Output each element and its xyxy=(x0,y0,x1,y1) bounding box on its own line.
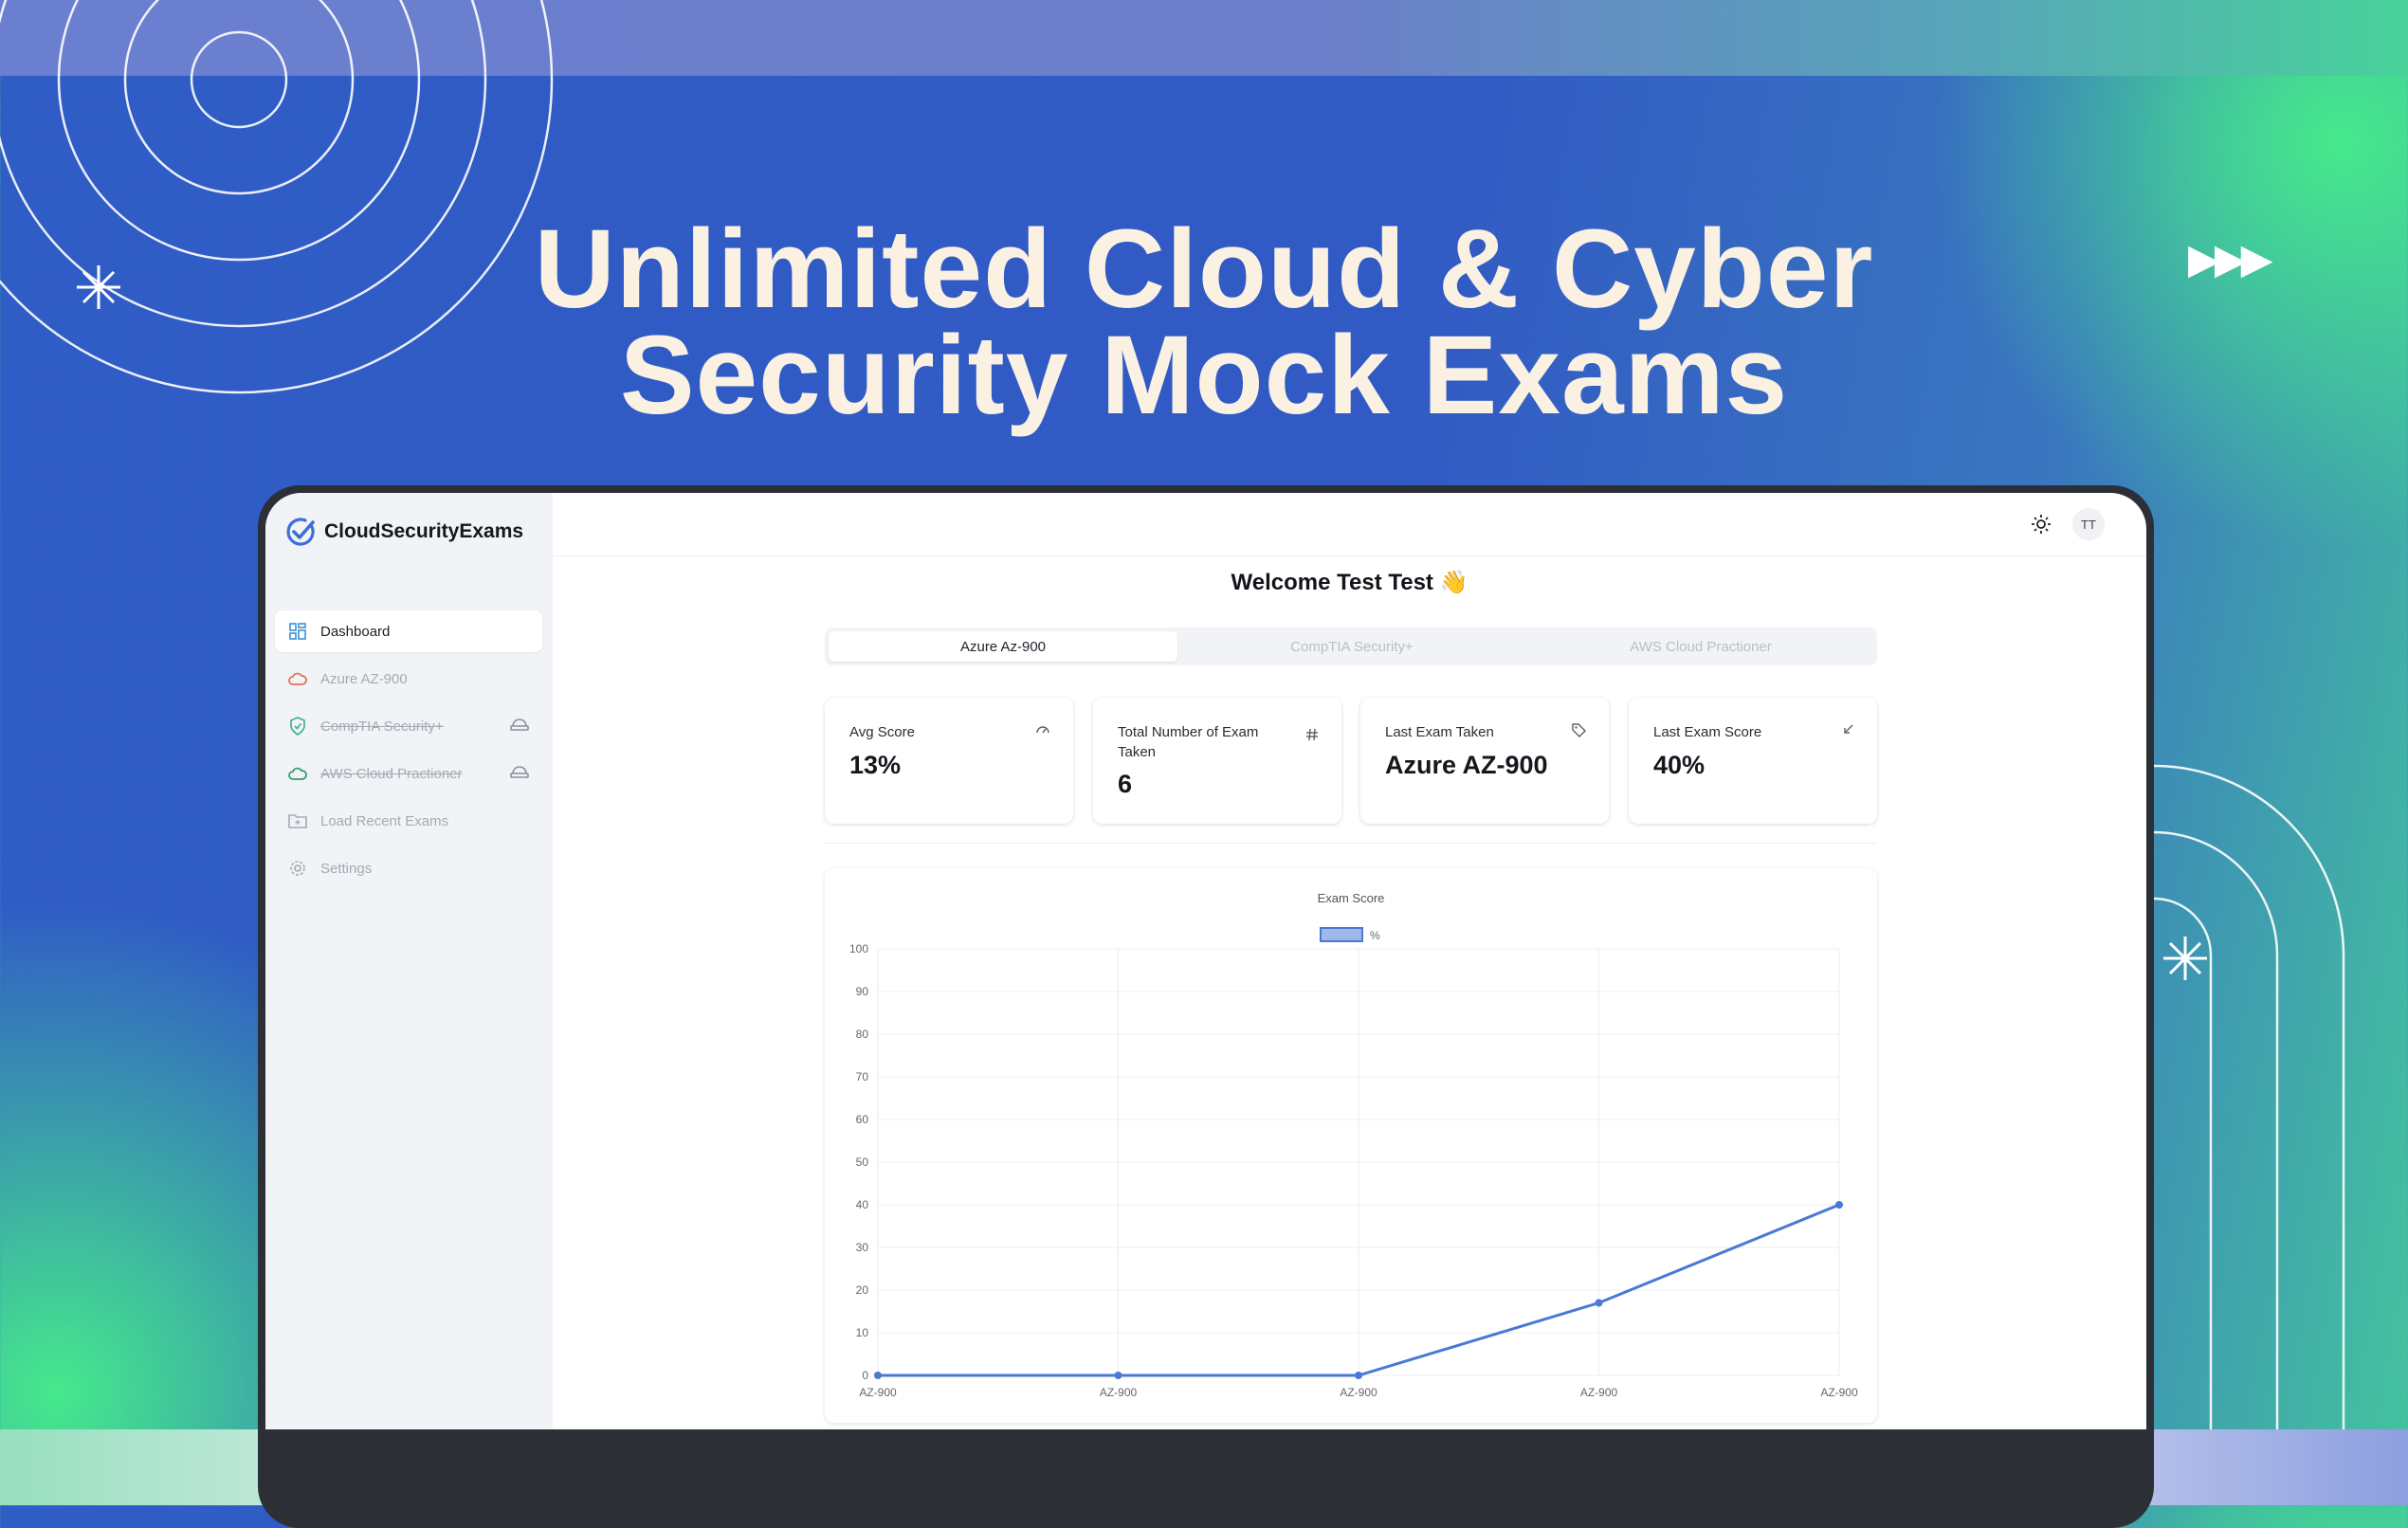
check-circle-icon xyxy=(286,518,315,546)
gear-icon xyxy=(288,859,307,878)
x-tick-label: AZ-900 xyxy=(1100,1386,1138,1399)
y-tick-label: 20 xyxy=(856,1283,869,1297)
y-tick-label: 90 xyxy=(856,985,869,998)
stat-card-last-exam: Last Exam Taken Azure AZ-900 xyxy=(1360,698,1609,824)
shield-check-icon xyxy=(288,717,307,736)
sidebar: CloudSecurityExams Dashboard Azure AZ-90… xyxy=(265,493,553,1429)
y-tick-label: 30 xyxy=(856,1241,869,1254)
sidebar-item-label: Load Recent Exams xyxy=(320,812,449,829)
stat-label: Last Exam Score xyxy=(1653,724,1762,740)
y-tick-label: 40 xyxy=(856,1198,869,1211)
sidebar-item-label: CompTIA Security+ xyxy=(320,718,444,735)
exam-tabs: Azure Az-900 CompTIA Security+ AWS Cloud… xyxy=(825,628,1877,665)
sidebar-item-azure[interactable]: Azure AZ-900 xyxy=(275,658,542,700)
sidebar-nav: Dashboard Azure AZ-900 CompTIA Security+ xyxy=(275,610,542,895)
main-content: TT Welcome Test Test 👋 Azure Az-900 Comp… xyxy=(553,493,2146,1429)
stat-value: 40% xyxy=(1653,751,1706,779)
arrow-down-left-icon xyxy=(1843,722,1854,737)
tab-aws[interactable]: AWS Cloud Practioner xyxy=(1526,631,1875,662)
tab-comptia[interactable]: CompTIA Security+ xyxy=(1177,631,1526,662)
top-bar: TT xyxy=(553,493,2146,556)
sidebar-item-dashboard[interactable]: Dashboard xyxy=(275,610,542,652)
grid-icon xyxy=(288,622,307,641)
x-tick-label: AZ-900 xyxy=(1820,1386,1858,1399)
legend-label: % xyxy=(1370,929,1380,942)
sidebar-item-settings[interactable]: Settings xyxy=(275,847,542,889)
stat-value: 13% xyxy=(849,751,902,779)
avatar[interactable]: TT xyxy=(2072,508,2105,540)
brand[interactable]: CloudSecurityExams xyxy=(284,516,523,548)
stat-label: Avg Score xyxy=(849,724,915,740)
headline: Unlimited Cloud & Cyber Security Mock Ex… xyxy=(0,207,2408,438)
chart-title: Exam Score xyxy=(1318,891,1385,905)
y-tick-label: 70 xyxy=(856,1070,869,1083)
x-tick-label: AZ-900 xyxy=(1580,1386,1618,1399)
stat-card-last-score: Last Exam Score 40% xyxy=(1629,698,1877,824)
app-screen: CloudSecurityExams Dashboard Azure AZ-90… xyxy=(265,493,2146,1429)
data-point[interactable] xyxy=(1114,1372,1122,1379)
stat-value: 6 xyxy=(1118,770,1133,798)
laptop-frame: CloudSecurityExams Dashboard Azure AZ-90… xyxy=(258,485,2154,1528)
data-point[interactable] xyxy=(1835,1201,1843,1209)
y-tick-label: 60 xyxy=(856,1113,869,1126)
data-point[interactable] xyxy=(1355,1372,1362,1379)
sidebar-item-load-recent[interactable]: Load Recent Exams xyxy=(275,800,542,842)
sidebar-item-aws[interactable]: AWS Cloud Practioner xyxy=(275,753,542,794)
data-point[interactable] xyxy=(874,1372,882,1379)
divider xyxy=(825,843,1877,844)
y-tick-label: 50 xyxy=(856,1155,869,1169)
welcome-heading: Welcome Test Test 👋 xyxy=(1231,570,1469,595)
y-tick-label: 0 xyxy=(862,1369,868,1382)
headline-line-1: Unlimited Cloud & Cyber xyxy=(534,207,1874,332)
hash-icon xyxy=(1305,728,1319,744)
fast-forward-icon: ▶▶▶ xyxy=(2188,236,2272,282)
brand-name: CloudSecurityExams xyxy=(324,520,524,542)
y-tick-label: 10 xyxy=(856,1326,869,1339)
x-tick-label: AZ-900 xyxy=(1340,1386,1377,1399)
gauge-icon xyxy=(1035,722,1050,737)
exam-score-chart-card: Exam Score % 0 10 20 30 40 50 60 70 80 90 100 AZ-9… xyxy=(825,868,1877,1423)
sidebar-item-label: Azure AZ-900 xyxy=(320,670,408,687)
sidebar-item-label: Dashboard xyxy=(320,623,391,640)
stat-value: Azure AZ-900 xyxy=(1385,751,1548,779)
y-tick-label: 80 xyxy=(856,1028,869,1041)
data-point[interactable] xyxy=(1595,1299,1603,1307)
sidebar-item-label: AWS Cloud Practioner xyxy=(320,765,463,782)
headline-line-2: Security Mock Exams xyxy=(619,313,1789,438)
tag-icon xyxy=(1571,722,1587,740)
cloud-icon xyxy=(288,764,307,783)
legend-swatch xyxy=(1320,927,1363,942)
stat-card-avg-score: Avg Score 13% xyxy=(825,698,1073,824)
tab-azure[interactable]: Azure Az-900 xyxy=(829,631,1177,662)
sun-icon[interactable] xyxy=(2031,514,2052,539)
sidebar-item-comptia[interactable]: CompTIA Security+ xyxy=(275,705,542,747)
stat-label: Total Number of Exam Taken xyxy=(1118,724,1259,760)
folder-icon xyxy=(288,811,307,830)
cloud-icon xyxy=(288,669,307,688)
stat-label: Last Exam Taken xyxy=(1385,724,1494,740)
exam-score-chart: Exam Score % 0 10 20 30 40 50 60 70 80 90 100 AZ-9… xyxy=(849,891,1858,1399)
x-tick-label: AZ-900 xyxy=(859,1386,897,1399)
lock-icon xyxy=(510,717,529,736)
stat-card-total-exams: Total Number of Exam Taken 6 xyxy=(1093,698,1341,824)
sidebar-item-label: Settings xyxy=(320,860,373,877)
lock-icon xyxy=(510,764,529,783)
y-tick-label: 100 xyxy=(849,942,868,955)
